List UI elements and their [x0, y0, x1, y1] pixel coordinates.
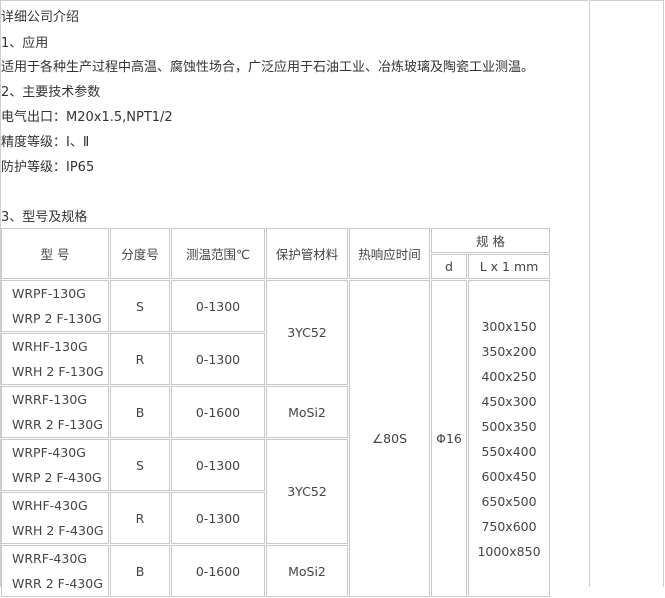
header-d: d [431, 254, 467, 279]
model-code-alt: WRP 2 F-130G [12, 311, 102, 326]
range-cell: 0-1300 [171, 333, 265, 385]
right-column [589, 0, 664, 587]
length-item: 600x450 [481, 468, 537, 484]
model-code: WRHF-130G [12, 339, 88, 354]
table-row-model: WRPF-430G WRP 2 F-430G [1, 439, 109, 491]
grade-cell: R [110, 492, 170, 544]
model-code: WRHF-430G [12, 498, 88, 513]
length-item: 750x600 [481, 518, 537, 534]
param-electrical: 电气出口：M20x1.5,NPT1/2 [1, 110, 173, 125]
table-row-model: WRHF-430G WRH 2 F-430G [1, 492, 109, 544]
range-cell: 0-1600 [171, 545, 265, 597]
header-material: 保护管材料 [266, 228, 348, 279]
diameter-cell: Φ16 [431, 280, 467, 597]
range-cell: 0-1300 [171, 280, 265, 332]
range-cell: 0-1300 [171, 492, 265, 544]
material-cell: 3YC52 [266, 439, 348, 544]
spec-table: 型 号 分度号 测温范围℃ 保护管材料 热响应时间 规 格 d L x 1 mm… [0, 227, 551, 598]
length-item: 1000x850 [477, 543, 541, 559]
grade-cell: B [110, 545, 170, 597]
model-code-alt: WRP 2 F-430G [12, 470, 102, 485]
application-text: 适用于各种生产过程中高温、腐蚀性场合，广泛应用于石油工业、冶炼玻璃及陶瓷工业测温… [1, 60, 535, 75]
param-protection: 防护等级：IP65 [1, 160, 95, 175]
grade-cell: S [110, 439, 170, 491]
model-code-alt: WRR 2 F-130G [12, 417, 103, 432]
header-length: L x 1 mm [468, 254, 550, 279]
header-response: 热响应时间 [349, 228, 430, 279]
model-code-alt: WRH 2 F-430G [12, 523, 104, 538]
grade-cell: S [110, 280, 170, 332]
grade-cell: R [110, 333, 170, 385]
table-row-model: WRHF-130G WRH 2 F-130G [1, 333, 109, 385]
range-cell: 0-1600 [171, 386, 265, 438]
header-model: 型 号 [1, 228, 109, 279]
model-code: WRPF-430G [12, 445, 86, 460]
section-title: 详细公司介绍 [1, 10, 80, 25]
length-item: 300x150 [481, 318, 537, 334]
length-item: 650x500 [481, 493, 537, 509]
table-row-model: WRPF-130G WRP 2 F-130G [1, 280, 109, 332]
model-code-alt: WRH 2 F-130G [12, 364, 104, 379]
length-item: 350x200 [481, 343, 537, 359]
grade-cell: B [110, 386, 170, 438]
material-cell: 3YC52 [266, 280, 348, 385]
param-accuracy: 精度等级：Ⅰ、Ⅱ [1, 135, 90, 150]
header-spec: 规 格 [431, 228, 550, 253]
table-row-model: WRRF-430G WRR 2 F-430G [1, 545, 109, 597]
heading-application: 1、应用 [1, 36, 49, 51]
model-code: WRPF-130G [12, 286, 86, 301]
header-grade: 分度号 [110, 228, 170, 279]
length-item: 500x350 [481, 418, 537, 434]
table-row-model: WRRF-130G WRR 2 F-130G [1, 386, 109, 438]
range-cell: 0-1300 [171, 439, 265, 491]
material-cell: MoSi2 [266, 386, 348, 438]
material-cell: MoSi2 [266, 545, 348, 597]
model-code: WRRF-430G [12, 551, 87, 566]
length-item: 400x250 [481, 368, 537, 384]
header-range: 测温范围℃ [171, 228, 265, 279]
model-code-alt: WRR 2 F-430G [12, 576, 103, 591]
length-item: 550x400 [481, 443, 537, 459]
length-item: 450x300 [481, 393, 537, 409]
response-cell: ∠80S [349, 280, 430, 597]
model-code: WRRF-130G [12, 392, 87, 407]
heading-models: 3、型号及规格 [1, 210, 88, 225]
heading-params: 2、主要技术参数 [1, 85, 101, 100]
length-list: 300x150 350x200 400x250 450x300 500x350 … [468, 280, 550, 597]
